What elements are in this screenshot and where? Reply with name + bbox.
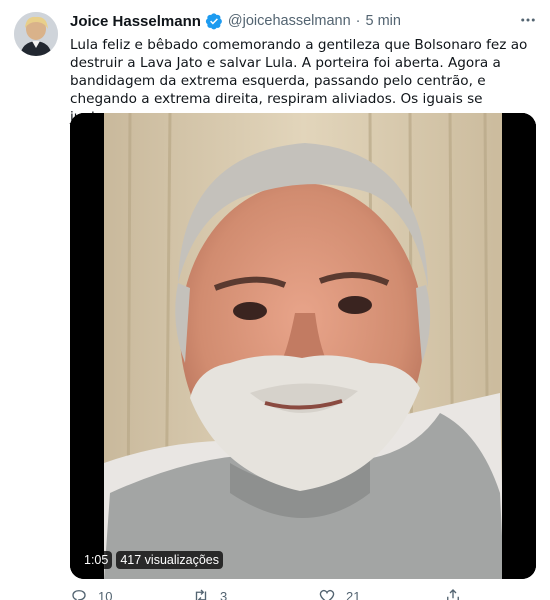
verified-badge-icon — [205, 12, 223, 30]
video-frame — [70, 113, 536, 579]
video-overlay: 1:05 417 visualizações — [80, 551, 224, 569]
reply-count: 10 — [98, 588, 113, 600]
more-options-icon[interactable] — [516, 8, 540, 32]
retweet-count: 3 — [220, 588, 228, 600]
author-handle[interactable]: @joicehasselmann — [228, 13, 351, 29]
share-icon — [447, 589, 459, 600]
action-bar: 10 3 21 — [70, 586, 490, 600]
heart-icon — [319, 589, 335, 600]
reply-button[interactable]: 10 — [70, 587, 112, 600]
retweet-button[interactable]: 3 — [192, 587, 227, 600]
separator-dot: · — [355, 13, 361, 29]
timestamp[interactable]: 5 min — [365, 13, 400, 29]
video-views: 417 visualizações — [116, 551, 224, 569]
tweet: Joice Hasselmann @joicehasselmann · 5 mi… — [0, 0, 550, 600]
like-count: 21 — [346, 588, 361, 600]
tweet-header: Joice Hasselmann @joicehasselmann · 5 mi… — [70, 10, 530, 32]
reply-icon — [72, 590, 86, 600]
avatar[interactable] — [14, 12, 58, 56]
video-player[interactable]: 1:05 417 visualizações — [70, 113, 536, 579]
like-button[interactable]: 21 — [318, 587, 360, 600]
retweet-icon — [195, 589, 207, 600]
video-duration: 1:05 — [80, 551, 113, 569]
share-button[interactable] — [444, 587, 462, 600]
author-name[interactable]: Joice Hasselmann — [70, 13, 201, 30]
